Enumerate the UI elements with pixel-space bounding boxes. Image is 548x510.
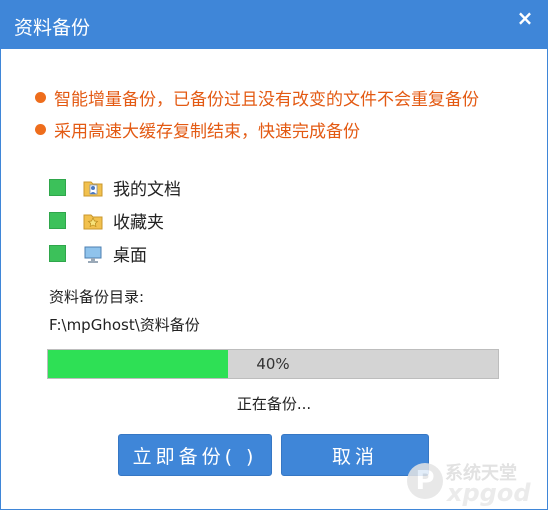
title-bar[interactable]: 资料备份 × bbox=[1, 1, 547, 49]
note-item: 智能增量备份，已备份过且没有改变的文件不会重复备份 bbox=[35, 81, 479, 113]
item-checkbox[interactable] bbox=[49, 212, 66, 229]
desktop-icon bbox=[84, 246, 102, 263]
progress-text: 40% bbox=[256, 355, 290, 373]
documents-folder-icon bbox=[83, 181, 103, 196]
favorites-folder-icon bbox=[83, 214, 103, 229]
watermark-line2: xpgod bbox=[447, 479, 531, 507]
backup-dir-path: F:\mpGhost\资料备份 bbox=[49, 316, 200, 334]
progress-bar: 40% bbox=[47, 349, 499, 379]
dialog-title: 资料备份 bbox=[14, 17, 91, 39]
backup-dialog: 资料备份 × 智能增量备份，已备份过且没有改变的文件不会重复备份 采用高速大缓存… bbox=[0, 0, 548, 510]
status-text: 正在备份... bbox=[236, 395, 312, 413]
backup-item-documents[interactable]: 我的文档 bbox=[49, 171, 181, 204]
item-checkbox[interactable] bbox=[49, 179, 66, 196]
watermark-logo-icon: P bbox=[407, 463, 443, 499]
backup-now-button[interactable]: 立即备份( ) bbox=[118, 434, 272, 476]
item-checkbox[interactable] bbox=[49, 245, 66, 262]
close-icon[interactable]: × bbox=[513, 7, 537, 29]
backup-item-favorites[interactable]: 收藏夹 bbox=[49, 204, 181, 237]
item-label: 收藏夹 bbox=[113, 213, 164, 233]
feature-notes: 智能增量备份，已备份过且没有改变的文件不会重复备份 采用高速大缓存复制结束，快速… bbox=[35, 81, 479, 145]
note-text: 采用高速大缓存复制结束，快速完成备份 bbox=[54, 121, 360, 142]
note-item: 采用高速大缓存复制结束，快速完成备份 bbox=[35, 113, 479, 145]
item-label: 桌面 bbox=[113, 246, 147, 266]
backup-items-list: 我的文档 收藏夹 桌面 bbox=[49, 171, 181, 270]
bullet-dot-icon bbox=[35, 91, 46, 103]
bullet-dot-icon bbox=[35, 123, 46, 135]
item-label: 我的文档 bbox=[113, 180, 181, 200]
watermark: P 系统天堂 xpgod bbox=[401, 459, 548, 509]
backup-dir-label: 资料备份目录: bbox=[49, 288, 145, 306]
note-text: 智能增量备份，已备份过且没有改变的文件不会重复备份 bbox=[54, 89, 479, 110]
backup-item-desktop[interactable]: 桌面 bbox=[49, 237, 181, 270]
